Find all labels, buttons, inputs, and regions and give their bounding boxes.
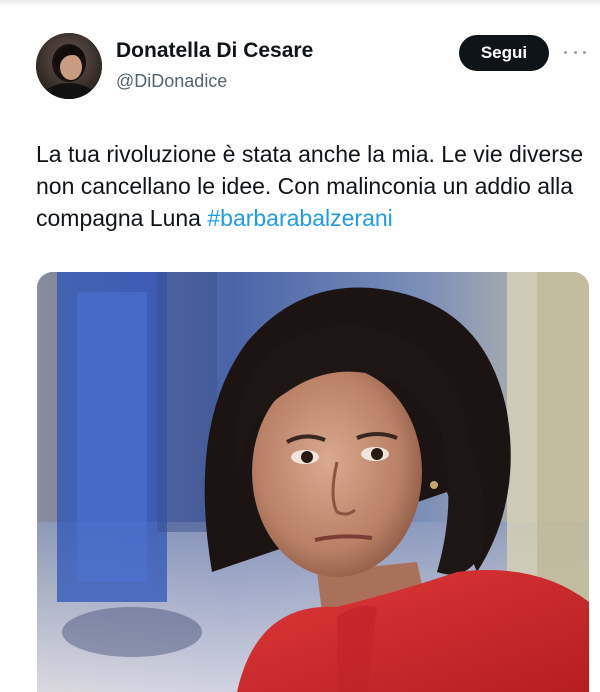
top-divider (0, 0, 600, 6)
display-name[interactable]: Donatella Di Cesare (116, 39, 313, 63)
tweet-text: La tua rivoluzione è stata anche la mia.… (36, 138, 592, 234)
tweet-photo[interactable] (37, 272, 589, 692)
user-handle[interactable]: @DiDonadice (116, 71, 227, 92)
more-dot (564, 50, 567, 54)
tweet-card: Donatella Di Cesare @DiDonadice Segui La… (0, 0, 600, 692)
more-options-icon[interactable] (560, 42, 590, 62)
more-dot (583, 50, 586, 54)
photo-woman-red-jacket (37, 272, 589, 692)
follow-button[interactable]: Segui (459, 35, 549, 71)
more-dot (573, 50, 577, 54)
hashtag-link[interactable]: #barbarabalzerani (207, 205, 392, 231)
avatar[interactable] (36, 33, 102, 99)
avatar-photo (36, 33, 102, 99)
